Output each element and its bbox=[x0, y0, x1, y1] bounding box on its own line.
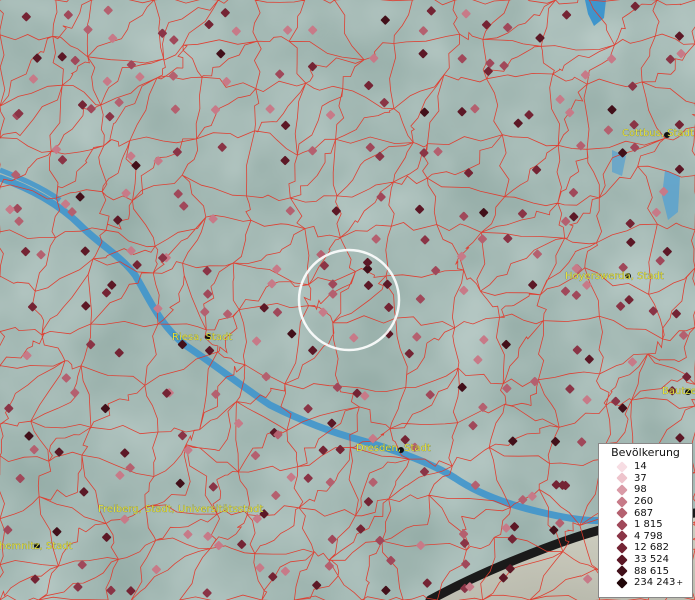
legend-item: 88 615 bbox=[599, 565, 692, 577]
legend-swatch bbox=[616, 461, 628, 473]
legend-label: 1 815 bbox=[634, 519, 663, 531]
legend-label: 88 615 bbox=[634, 565, 669, 577]
legend-label: 37 bbox=[634, 472, 647, 484]
city-label-hoyerswerda[interactable]: Hoyerswerda, Stadt bbox=[565, 271, 664, 282]
legend-label: 260 bbox=[634, 496, 654, 508]
legend-label: 14 bbox=[634, 461, 647, 473]
legend-swatch bbox=[616, 542, 628, 554]
legend-swatch bbox=[616, 577, 628, 589]
legend-item: 14 bbox=[599, 461, 692, 473]
city-label-cottbus[interactable]: Cottbus, Stadt bbox=[622, 128, 694, 139]
legend-list: 14 37 98 260 687 1 815 4 798 12 682 33 524 88 615… bbox=[599, 461, 692, 589]
legend-item: 234 243 + bbox=[599, 577, 692, 589]
legend-label: 12 682 bbox=[634, 542, 669, 554]
legend-item: 37 bbox=[599, 472, 692, 485]
city-label-chemnitz[interactable]: Chemnitz, Stadt bbox=[0, 541, 73, 552]
legend-title: Bevölkerung bbox=[611, 446, 680, 459]
legend-item: 687 bbox=[599, 507, 692, 519]
legend-swatch bbox=[616, 495, 628, 508]
legend-label: 234 243 bbox=[634, 577, 676, 589]
city-label-riesa[interactable]: Riesa, Stadt bbox=[172, 332, 233, 343]
legend-swatch bbox=[616, 484, 628, 496]
map-canvas[interactable]: Cottbus, Stadt Hoyerswerda, Stadt Riesa,… bbox=[0, 0, 695, 600]
legend-swatch bbox=[616, 530, 628, 543]
legend-item: 12 682 bbox=[599, 542, 692, 554]
legend-label: 687 bbox=[634, 507, 654, 519]
legend-item: 33 524 bbox=[599, 553, 692, 566]
legend-suffix: + bbox=[676, 578, 684, 588]
legend-item: 260 bbox=[599, 495, 692, 508]
city-label-freiberg[interactable]: Freiberg, Stadt, Universitätsstadt bbox=[98, 504, 264, 515]
legend-label: 33 524 bbox=[634, 554, 669, 566]
legend-label: 98 bbox=[634, 484, 647, 496]
legend-item: 1 815 bbox=[599, 519, 692, 531]
city-label-bautzen[interactable]: Bautzen bbox=[662, 386, 695, 397]
population-legend: Bevölkerung 14 37 98 260 687 1 815 4 798 12 682… bbox=[598, 443, 693, 598]
legend-swatch bbox=[616, 507, 628, 519]
legend-swatch bbox=[616, 553, 628, 566]
legend-item: 4 798 bbox=[599, 530, 692, 543]
legend-swatch bbox=[616, 565, 628, 577]
legend-label: 4 798 bbox=[634, 530, 663, 542]
legend-swatch bbox=[616, 472, 628, 485]
city-label-dresden[interactable]: Dresden, Stadt bbox=[356, 443, 431, 454]
legend-item: 98 bbox=[599, 484, 692, 496]
legend-swatch bbox=[616, 519, 628, 531]
